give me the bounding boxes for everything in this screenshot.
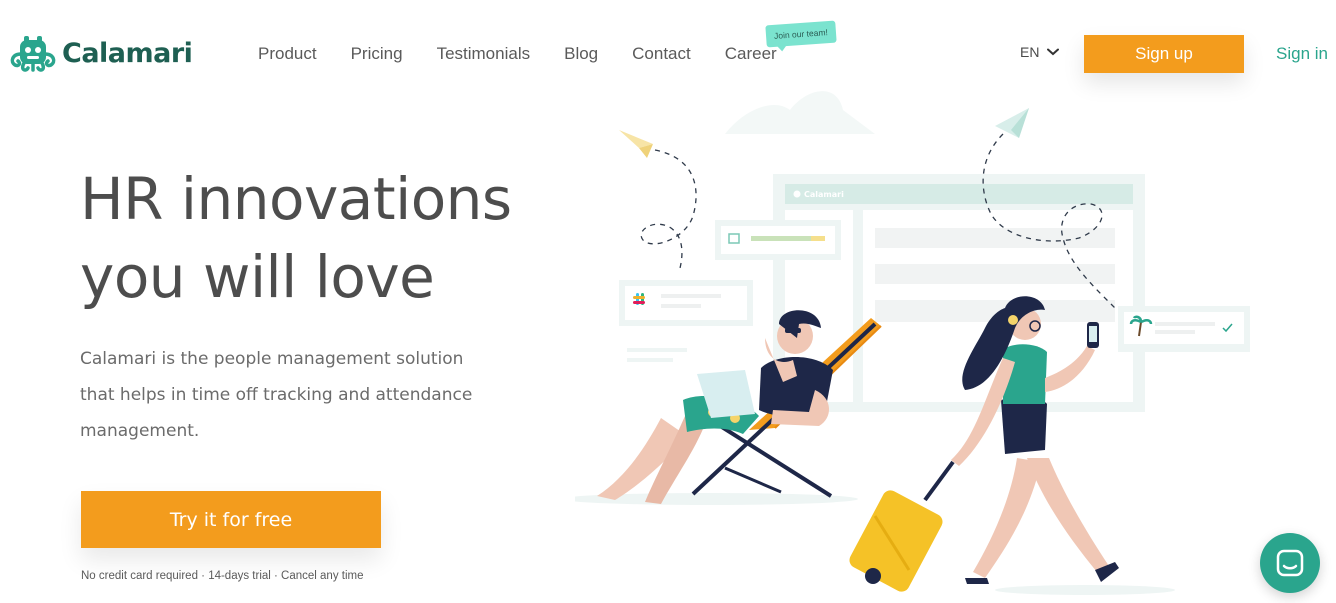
hero-title: HR innovations you will love bbox=[80, 160, 512, 316]
calamari-logo-icon bbox=[10, 36, 56, 72]
nav-product[interactable]: Product bbox=[258, 44, 317, 64]
chat-icon bbox=[1276, 549, 1304, 577]
nav-contact[interactable]: Contact bbox=[632, 44, 691, 64]
hero-title-line-2: you will love bbox=[80, 243, 435, 311]
language-label: EN bbox=[1020, 44, 1040, 60]
signin-link[interactable]: Sign in bbox=[1276, 44, 1328, 64]
slack-card bbox=[619, 280, 753, 362]
nav-blog[interactable]: Blog bbox=[564, 44, 598, 64]
hero-title-line-1: HR innovations bbox=[80, 165, 512, 233]
progress-card bbox=[715, 220, 841, 260]
window-brand: Calamari bbox=[804, 190, 844, 199]
hero-illustration: Calamari bbox=[575, 91, 1250, 595]
chat-button[interactable] bbox=[1260, 533, 1320, 593]
paper-plane-icon bbox=[619, 130, 653, 158]
nav-testimonials[interactable]: Testimonials bbox=[437, 44, 531, 64]
paper-plane-icon-2 bbox=[995, 108, 1029, 138]
try-free-button[interactable]: Try it for free bbox=[81, 491, 381, 548]
hero-description: Calamari is the people management soluti… bbox=[80, 349, 473, 441]
main-nav: Product Pricing Testimonials Blog Contac… bbox=[258, 44, 777, 64]
language-selector[interactable]: EN bbox=[1020, 44, 1060, 60]
signup-button[interactable]: Sign up bbox=[1084, 35, 1244, 73]
brand-name: Calamari bbox=[62, 37, 193, 69]
chevron-down-icon bbox=[1047, 48, 1060, 56]
suitcase bbox=[849, 460, 955, 592]
logo-link[interactable]: Calamari bbox=[6, 32, 193, 74]
window-logo-icon bbox=[793, 190, 801, 198]
background-hill bbox=[725, 91, 875, 134]
cta-note: No credit card required · 14-days trial … bbox=[81, 570, 364, 582]
vacation-card bbox=[1118, 306, 1250, 352]
nav-pricing[interactable]: Pricing bbox=[351, 44, 403, 64]
career-badge[interactable]: Join our team! bbox=[765, 20, 837, 48]
